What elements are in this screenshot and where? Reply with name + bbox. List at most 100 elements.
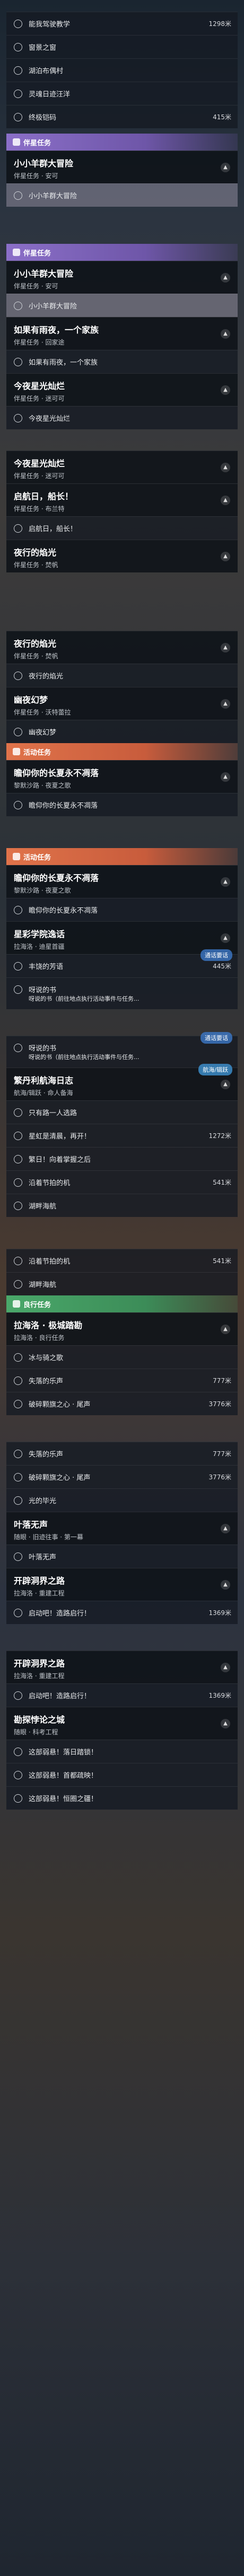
quest-row[interactable]: 叶落无声 (6, 1545, 238, 1568)
quest-row[interactable]: 这部弱悬！恒圈之疆！ (6, 1786, 238, 1810)
quest-icon (14, 801, 22, 809)
mission-header[interactable]: 小小羊群大冒险 伴星任务 · 安可 ▲ (6, 261, 238, 294)
quest-row[interactable]: 终极铠码 415米 (6, 105, 238, 128)
quest-row[interactable]: 这部弱悬！首都疏映！ (6, 1763, 238, 1786)
quest-row[interactable]: 沿着节拍的机 541米 (6, 1249, 238, 1272)
quest-icon (14, 1450, 22, 1458)
mission-header[interactable]: 勘探悖论之城 随眼 · 科考工程 ▲ (6, 1707, 238, 1740)
mission-header[interactable]: 星彩学院逸话 拉海洛 · 迪星首疆 ▲ (6, 921, 238, 954)
quest-icon (14, 672, 22, 680)
quest-row[interactable]: 只有路一人选路 (6, 1100, 238, 1124)
quest-icon (14, 1155, 22, 1163)
quest-icon (14, 1496, 22, 1505)
chevron-up-icon[interactable]: ▲ (221, 1719, 230, 1728)
quest-row[interactable]: 光的毕光 (6, 1488, 238, 1512)
mission-header[interactable]: 拉海洛 · 极城踏勘 拉海洛 · 良行任务 ▲ (6, 1312, 238, 1345)
mission-header[interactable]: 启航日，船长！ 伴星任务 · 布兰特 ▲ (6, 483, 238, 516)
mission-header[interactable]: 幽夜幻梦 伴星任务 · 沃特蕾拉 ▲ (6, 687, 238, 720)
quest-row[interactable]: 这部弱悬！落日踏锁！ (6, 1740, 238, 1763)
chevron-up-icon[interactable]: ▲ (221, 1325, 230, 1334)
quest-icon (14, 1044, 22, 1052)
quest-row[interactable]: 呀说的书 呀说的书（前往地点执行活动事件与任务... 通话要话 (6, 1032, 238, 1068)
mission-header[interactable]: 瞻仰你的长夏永不凋落 黎默沙路 · 夜夏之歌 ▲ (6, 865, 238, 898)
quest-row[interactable]: 湖泊布偶村 (6, 58, 238, 82)
mission-header[interactable]: 今夜星光灿烂 伴星任务 · 迷可可 ▲ (6, 373, 238, 406)
mission-header[interactable]: 今夜星光灿烂 伴星任务 · 迷可可 ▲ (6, 451, 238, 483)
chevron-up-icon[interactable]: ▲ (221, 496, 230, 505)
quest-row[interactable]: 今夜星光灿烂 (6, 406, 238, 429)
chevron-up-icon[interactable]: ▲ (221, 643, 230, 652)
quest-row[interactable]: 湖畔海航 (6, 1194, 238, 1217)
quest-row[interactable]: 星虹是清晨，再开！ 1272米 (6, 1124, 238, 1147)
sail-badge[interactable]: 航海/辑跃 (198, 1064, 232, 1075)
quest-icon (14, 1202, 22, 1210)
quest-row[interactable]: 瞻仰你的长夏永不凋落 (6, 793, 238, 816)
mission-header[interactable]: 叶落无声 随眼 · 旧迹往事 · 第一幕 ▲ (6, 1512, 238, 1545)
quest-row[interactable]: 冰与骑之歌 (6, 1345, 238, 1369)
quest-row[interactable]: 湖畔海航 (6, 1272, 238, 1295)
mission-header[interactable]: 小小羊群大冒险 伴星任务 · 安可 ▲ (6, 151, 238, 183)
quest-row[interactable]: 如果有雨夜，一个家族 (6, 350, 238, 373)
chat-badge[interactable]: 通话要话 (201, 1032, 232, 1044)
chevron-up-icon[interactable]: ▲ (221, 329, 230, 339)
quest-icon (14, 962, 22, 971)
mission-header[interactable]: 如果有雨夜，一个家族 伴星任务 · 回家途 ▲ (6, 317, 238, 350)
chevron-up-icon[interactable]: ▲ (221, 552, 230, 561)
chevron-up-icon[interactable]: ▲ (221, 772, 230, 782)
quest-row[interactable]: 启动吧！造路启行！ 1369米 (6, 1601, 238, 1624)
quest-icon (14, 1552, 22, 1561)
quest-row[interactable]: 灵魂日迹汪洋 (6, 82, 238, 105)
mission-header[interactable]: 开辟洞界之路 拉海洛 · 重建工程 ▲ (6, 1568, 238, 1601)
chevron-up-icon[interactable]: ▲ (221, 273, 230, 283)
quest-icon (14, 728, 22, 736)
quest-row[interactable]: 呀说的书 呀说的书（前往地点执行活动事件与任务... (6, 977, 238, 1009)
mission-header[interactable]: 夜行的焰光 伴星任务 · 焚帆 ▲ (6, 631, 238, 664)
category-activity[interactable]: 活动任务 (6, 743, 238, 760)
chevron-up-icon[interactable]: ▲ (221, 1580, 230, 1590)
quest-icon (14, 1108, 22, 1117)
quest-icon (14, 90, 22, 98)
quest-row[interactable]: 失落的乐声 777米 (6, 1369, 238, 1392)
quest-row[interactable]: 繁日！向着掌握之后 (6, 1147, 238, 1170)
quest-log-page: 能我驾驶教学 1298米 窗景之窗 湖泊布偶村 灵魂日迹汪洋 终极铠码 415米 伴… (0, 0, 244, 2576)
quest-row[interactable]: 窗景之窗 (6, 35, 238, 58)
quest-row[interactable]: 破碎颗旗之心 · 尾声 3776米 (6, 1465, 238, 1488)
quest-icon (14, 1691, 22, 1700)
chevron-up-icon[interactable]: ▲ (221, 1080, 230, 1089)
category-companion[interactable]: 伴星任务 (6, 244, 238, 261)
quest-row[interactable]: 沿着节拍的机 541米 (6, 1170, 238, 1194)
category-activity[interactable]: 活动任务 (6, 848, 238, 865)
quest-row[interactable]: 幽夜幻梦 (6, 720, 238, 743)
quest-list: 能我驾驶教学 1298米 窗景之窗 湖泊布偶村 灵魂日迹汪洋 终极铠码 415米 伴… (6, 0, 238, 1810)
chevron-up-icon[interactable]: ▲ (221, 463, 230, 472)
quest-icon (14, 1609, 22, 1617)
daily-icon (13, 1300, 20, 1308)
quest-row[interactable]: 能我驾驶教学 1298米 (6, 12, 238, 35)
quest-row[interactable]: 丰饶的芳语 445米 通话要话 (6, 949, 238, 977)
category-companion[interactable]: 伴星任务 (6, 134, 238, 151)
quest-row[interactable]: 破碎颗旗之心 · 尾声 3776米 (6, 1392, 238, 1415)
quest-row[interactable]: 夜行的焰光 (6, 664, 238, 687)
chevron-up-icon[interactable]: ▲ (221, 877, 230, 887)
quest-row[interactable]: 启动吧！造路启行！ 1369米 (6, 1683, 238, 1707)
mission-header[interactable]: 夜行的焰光 伴星任务 · 焚帆 ▲ (6, 540, 238, 572)
mission-header[interactable]: 瞻仰你的长夏永不凋落 黎默沙路 · 夜夏之歌 ▲ (6, 760, 238, 793)
quest-row[interactable]: 小小羊群大冒险 (6, 294, 238, 317)
quest-row[interactable]: 启航日，船长！ (6, 516, 238, 540)
chevron-up-icon[interactable]: ▲ (221, 933, 230, 943)
quest-row[interactable]: 瞻仰你的长夏永不凋落 (6, 898, 238, 921)
category-daily[interactable]: 良行任务 (6, 1295, 238, 1312)
chevron-up-icon[interactable]: ▲ (221, 699, 230, 709)
quest-icon (14, 1178, 22, 1187)
quest-row[interactable]: 小小羊群大冒险 (6, 183, 238, 207)
mission-header[interactable]: 繁丹利航海日志 航海/辑跃 · 命人备海 ▲ 航海/辑跃 (6, 1064, 238, 1100)
chevron-up-icon[interactable]: ▲ (221, 1663, 230, 1672)
activity-icon (13, 748, 20, 755)
quest-row[interactable]: 失落的乐声 777米 (6, 1442, 238, 1465)
mission-header[interactable]: 开辟洞界之路 拉海洛 · 重建工程 ▲ (6, 1651, 238, 1683)
chevron-up-icon[interactable]: ▲ (221, 163, 230, 172)
chat-badge[interactable]: 通话要话 (201, 949, 232, 961)
chevron-up-icon[interactable]: ▲ (221, 1524, 230, 1533)
quest-icon (14, 1794, 22, 1803)
chevron-up-icon[interactable]: ▲ (221, 385, 230, 395)
